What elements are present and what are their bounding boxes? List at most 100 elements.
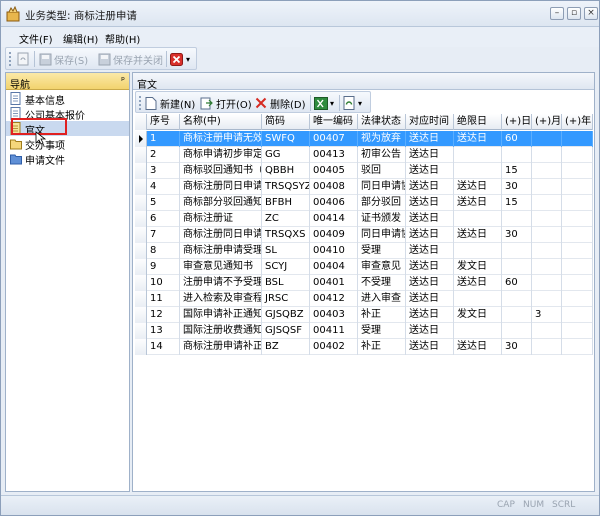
chevron-down-icon[interactable]: ▾ — [330, 99, 334, 108]
nav-item-official-docs[interactable]: 官文 — [6, 121, 129, 137]
delete-button[interactable]: 删除(D) — [255, 95, 306, 111]
cell-corresponding-time: 送达日 — [406, 179, 454, 195]
cell-code: ZC — [262, 211, 310, 227]
cell-deadline — [454, 163, 502, 179]
row-indicator[interactable] — [135, 243, 147, 259]
status-num: NUM — [523, 500, 545, 510]
close-button[interactable]: × — [584, 7, 598, 20]
refresh-icon — [17, 52, 29, 66]
cell-plus-day: 60 — [502, 275, 532, 291]
delete-label: 删除(D) — [270, 99, 306, 111]
table-row[interactable]: 13 国际注册收费通知 GJSQSF 00411 受理 送达日 — [135, 323, 593, 339]
row-indicator[interactable] — [135, 275, 147, 291]
cell-plus-day: 60 — [502, 131, 532, 147]
cell-deadline: 送达日 — [454, 131, 502, 147]
table-row[interactable]: 6 商标注册证 ZC 00414 证书颁发 送达日 — [135, 211, 593, 227]
menu-edit[interactable]: 编辑(H) — [63, 31, 98, 46]
table-row[interactable]: 9 审查意见通知书 SCYJ 00404 审查意见 送达日 发文日 — [135, 259, 593, 275]
cell-corresponding-time: 送达日 — [406, 243, 454, 259]
nav-item-application-files[interactable]: 申请文件 — [6, 151, 129, 167]
cell-name: 商标注册申请补正 — [180, 339, 262, 355]
table-row[interactable]: 11 进入检索及审查程 JRSC 00412 进入审查 送达日 — [135, 291, 593, 307]
table-row[interactable]: 7 商标注册同日申请 TRSQXS 00409 同日申请协 送达日 送达日 30 — [135, 227, 593, 243]
column-header-plus-year[interactable]: (+)年 — [562, 114, 593, 130]
cell-seq: 12 — [147, 307, 180, 323]
export-excel-button[interactable]: ▾ — [314, 95, 334, 111]
minimize-button[interactable]: – — [550, 7, 564, 20]
table-row[interactable]: 4 商标注册同日申请 TRSQSYZ 00408 同日申请协 送达日 送达日 30 — [135, 179, 593, 195]
cell-plus-month — [532, 227, 562, 243]
cell-deadline — [454, 243, 502, 259]
cell-name: 商标注册申请受理 — [180, 243, 262, 259]
table-row[interactable]: 10 注册申请不予受理 BSL 00401 不受理 送达日 送达日 60 — [135, 275, 593, 291]
table-row[interactable]: 3 商标驳回通知书（ QBBH 00405 驳回 送达日 15 — [135, 163, 593, 179]
nav-item-basic-info[interactable]: 基本信息 — [6, 91, 129, 107]
refresh-button[interactable]: ▾ — [343, 95, 362, 111]
toolbar-grip[interactable] — [139, 96, 142, 110]
chevron-down-icon[interactable]: ▾ — [186, 55, 190, 64]
cell-plus-day — [502, 307, 532, 323]
cell-code: SL — [262, 243, 310, 259]
row-indicator[interactable] — [135, 307, 147, 323]
cell-plus-year — [562, 259, 593, 275]
column-header-name[interactable]: 名称(中) — [180, 114, 262, 130]
save-close-button[interactable]: 保存并关闭 — [98, 51, 163, 67]
column-header-corresponding-time[interactable]: 对应时间 — [406, 114, 454, 130]
column-header-plus-month[interactable]: (+)月 — [532, 114, 562, 130]
cell-legal-status: 不受理 — [358, 275, 406, 291]
cell-deadline — [454, 323, 502, 339]
table-row[interactable]: 14 商标注册申请补正 BZ 00402 补正 送达日 送达日 30 — [135, 339, 593, 355]
row-indicator[interactable] — [135, 211, 147, 227]
row-indicator[interactable] — [135, 131, 147, 147]
cell-plus-month — [532, 291, 562, 307]
chevron-down-icon[interactable]: ▾ — [358, 99, 362, 108]
cell-seq: 4 — [147, 179, 180, 195]
pin-icon[interactable]: ᵖ — [121, 76, 125, 86]
close-doc-button[interactable]: ▾ — [170, 51, 190, 67]
cell-legal-status: 审查意见 — [358, 259, 406, 275]
toolbar-grip[interactable] — [9, 52, 12, 66]
main-toolbar: 保存(S) 保存并关闭 ▾ — [5, 47, 197, 70]
row-indicator[interactable] — [135, 339, 147, 355]
menu-file[interactable]: 文件(F) — [19, 31, 53, 46]
table-row[interactable]: 8 商标注册申请受理 SL 00410 受理 送达日 — [135, 243, 593, 259]
new-button[interactable]: 新建(N) — [145, 95, 195, 111]
row-indicator[interactable] — [135, 227, 147, 243]
table-row[interactable]: 1 商标注册申请无效 SWFQ 00407 视为放弃 送达日 送达日 60 — [135, 131, 593, 147]
table-row[interactable]: 2 商标申请初步审定 GG 00413 初审公告 送达日 — [135, 147, 593, 163]
row-indicator[interactable] — [135, 163, 147, 179]
row-indicator[interactable] — [135, 259, 147, 275]
row-indicator[interactable] — [135, 179, 147, 195]
row-indicator[interactable] — [135, 195, 147, 211]
cell-code: SWFQ — [262, 131, 310, 147]
cell-corresponding-time: 送达日 — [406, 259, 454, 275]
column-header-seq[interactable]: 序号 — [147, 114, 180, 130]
column-header-code[interactable]: 简码 — [262, 114, 310, 130]
maximize-button[interactable]: ▫ — [567, 7, 581, 20]
cell-code: JRSC — [262, 291, 310, 307]
menu-help[interactable]: 帮助(H) — [105, 31, 140, 46]
table-row[interactable]: 5 商标部分驳回通知 BFBH 00406 部分驳回 送达日 送达日 15 — [135, 195, 593, 211]
column-header-legal-status[interactable]: 法律状态 — [358, 114, 406, 130]
excel-icon — [314, 96, 328, 110]
save-button[interactable]: 保存(S) — [39, 51, 88, 67]
nav-item-company-quote[interactable]: 公司基本报价 — [6, 106, 129, 122]
row-indicator[interactable] — [135, 147, 147, 163]
cell-plus-year — [562, 243, 593, 259]
menu-bar: 文件(F) 编辑(H) 帮助(H) — [1, 27, 599, 47]
column-header-unique-code[interactable]: 唯一编码 — [310, 114, 358, 130]
cell-plus-year — [562, 163, 593, 179]
cell-seq: 9 — [147, 259, 180, 275]
row-indicator[interactable] — [135, 291, 147, 307]
cell-plus-day — [502, 147, 532, 163]
cell-plus-day — [502, 211, 532, 227]
row-indicator[interactable] — [135, 323, 147, 339]
column-header-deadline[interactable]: 绝限日 — [454, 114, 502, 130]
column-header-plus-day[interactable]: (+)日 — [502, 114, 532, 130]
cell-unique-code: 00411 — [310, 323, 358, 339]
nav-item-assigned-matters[interactable]: 交办事项 — [6, 136, 129, 152]
refresh-button[interactable] — [16, 51, 30, 67]
cell-plus-day: 15 — [502, 163, 532, 179]
table-row[interactable]: 12 国际申请补正通知 GJSQBZ 00403 补正 送达日 发文日 3 — [135, 307, 593, 323]
open-button[interactable]: 打开(O) — [200, 95, 252, 111]
